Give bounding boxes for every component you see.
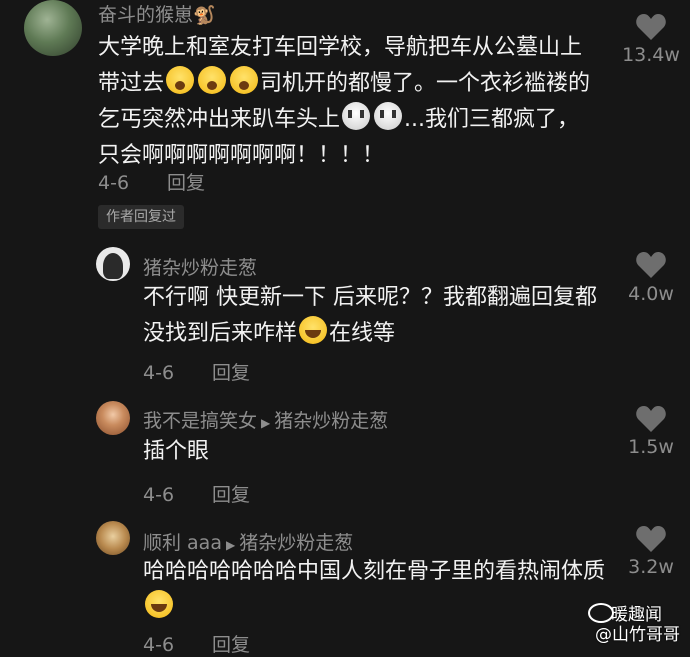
reply-arrow-icon: ▶ (261, 416, 271, 430)
like-count: 3.2w (628, 556, 674, 578)
username-text: 奋斗的猴崽 (98, 4, 194, 26)
reply-button[interactable]: 回复 (167, 172, 205, 194)
username: 我不是搞笑女 ▶ 猪杂炒粉走葱 (143, 406, 388, 433)
scared-face-icon (198, 66, 227, 94)
comment-meta: 4-6 回复 (143, 480, 250, 507)
username-text[interactable]: 顺利 aaa (143, 532, 222, 554)
heart-icon[interactable] (635, 524, 667, 554)
reply-button[interactable]: 回复 (212, 484, 250, 506)
heart-icon[interactable] (635, 404, 667, 434)
scared-face-icon (166, 66, 195, 94)
comment-text: 插个眼 (143, 439, 210, 464)
reply-button[interactable]: 回复 (212, 634, 250, 656)
username[interactable]: 猪杂炒粉走葱 (143, 253, 257, 280)
reply-to-username[interactable]: 猪杂炒粉走葱 (274, 410, 388, 432)
like-count: 1.5w (628, 436, 674, 458)
comment-meta: 4-6 回复 (98, 168, 205, 195)
ghost-face-icon (342, 102, 371, 130)
comment-meta: 4-6 回复 (143, 630, 250, 657)
avatar-silhouette (103, 253, 123, 279)
scared-face-icon (230, 66, 259, 94)
monkey-emoji-icon: 🐒 (193, 5, 216, 26)
comment-meta: 4-6 回复 (143, 358, 250, 385)
avatar[interactable] (96, 521, 130, 555)
heart-icon[interactable] (635, 250, 667, 280)
comment-text: 大学晚上和室友打车回学校，导航把车从公墓山上带过去 司机开的都慢了。一个衣衫褴褛的… (98, 30, 598, 174)
username[interactable]: 奋斗的猴崽🐒 (98, 0, 215, 27)
comment-date: 4-6 (98, 172, 130, 194)
crying-laughing-icon (145, 590, 173, 618)
like-count: 13.4w (622, 44, 680, 66)
reply-to-username[interactable]: 猪杂炒粉走葱 (239, 532, 353, 554)
reply-button[interactable]: 回复 (212, 362, 250, 384)
username-text[interactable]: 我不是搞笑女 (143, 410, 257, 432)
comment-text: 哈哈哈哈哈哈哈中国人刻在骨子里的看热闹体质 (143, 554, 613, 626)
avatar[interactable] (96, 247, 130, 281)
like-count: 4.0w (628, 283, 674, 305)
author-replied-badge: 作者回复过 (98, 205, 184, 229)
comment-date: 4-6 (143, 634, 175, 656)
reply-arrow-icon: ▶ (225, 538, 236, 552)
comment-text-part: 哈哈哈哈哈哈哈中国人刻在骨子里的看热闹体质 (143, 559, 606, 584)
comment-text-part: 在线等 (329, 321, 396, 346)
username: 顺利 aaa ▶ 猪杂炒粉走葱 (143, 528, 353, 555)
watermark-handle: @山竹哥哥 (595, 625, 680, 645)
ghost-face-icon (374, 102, 403, 130)
comment-date: 4-6 (143, 362, 175, 384)
heart-icon[interactable] (635, 12, 667, 42)
avatar[interactable] (96, 401, 130, 435)
avatar[interactable] (24, 0, 82, 56)
comment-date: 4-6 (143, 484, 175, 506)
comment-text: 不行啊 快更新一下 后来呢？？我都翻遍回复都没找到后来咋样 在线等 (143, 280, 603, 352)
crying-laughing-icon (299, 316, 328, 344)
